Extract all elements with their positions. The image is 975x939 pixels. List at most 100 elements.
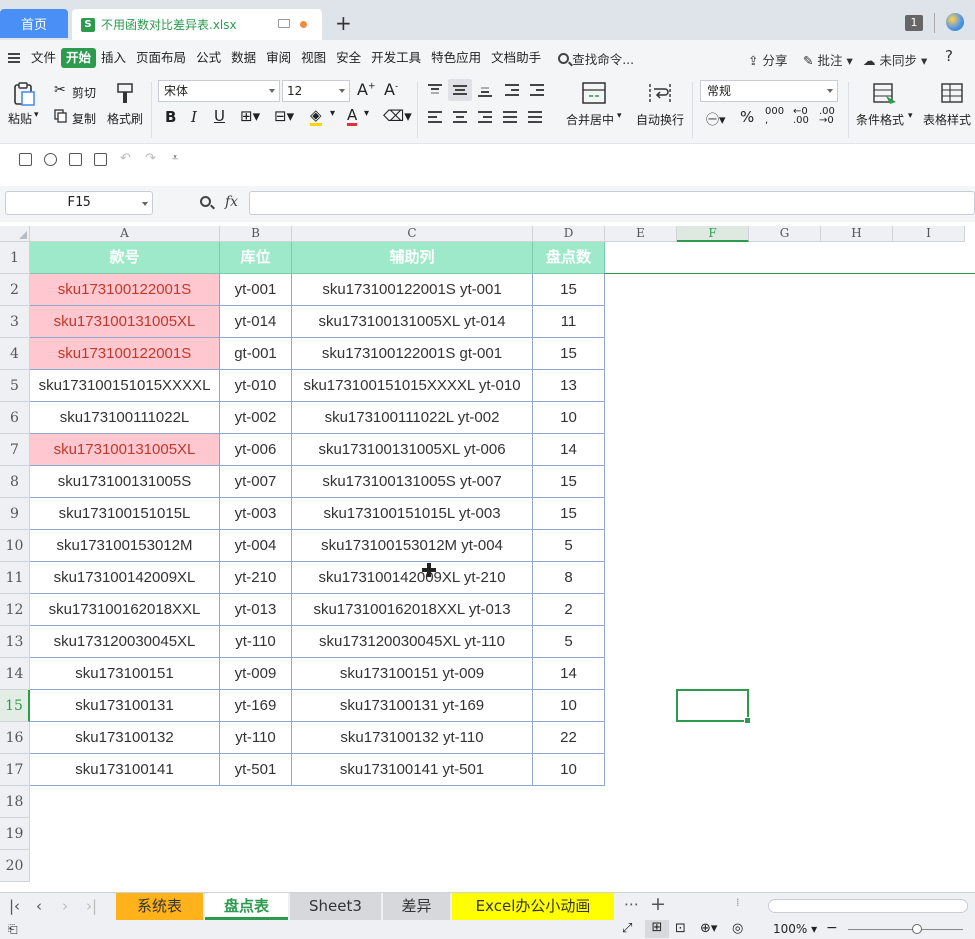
table-cell[interactable]: 8 — [533, 562, 605, 594]
export-icon[interactable] — [44, 153, 57, 166]
formula-input[interactable] — [249, 191, 975, 215]
menu-features[interactable]: 特色应用 — [426, 48, 486, 68]
row-header[interactable]: 4 — [0, 338, 30, 370]
table-header-cell[interactable]: 辅助列 — [292, 242, 533, 274]
column-header-d[interactable]: D — [533, 226, 605, 242]
menu-view[interactable]: 视图 — [296, 48, 331, 68]
eye-protection-icon[interactable]: ◎ — [732, 921, 743, 936]
avatar[interactable] — [946, 13, 964, 31]
table-header-cell[interactable]: 款号 — [30, 242, 220, 274]
row-header[interactable]: 14 — [0, 658, 30, 690]
undo-icon[interactable]: ↶ — [120, 151, 131, 166]
table-cell[interactable]: yt-014 — [220, 306, 292, 338]
next-sheet-icon[interactable]: › — [62, 897, 68, 915]
normal-view-icon[interactable]: ⊞ — [645, 920, 669, 938]
row-header[interactable]: 7 — [0, 434, 30, 466]
table-cell[interactable]: yt-004 — [220, 530, 292, 562]
table-cell[interactable]: yt-010 — [220, 370, 292, 402]
table-cell[interactable]: sku173100111022L yt-002 — [292, 402, 533, 434]
macro-record-icon[interactable]: ⎗ — [8, 922, 18, 937]
sheet-tab[interactable]: 盘点表 — [205, 893, 288, 920]
menu-review[interactable]: 审阅 — [261, 48, 296, 68]
table-cell[interactable]: sku173100131005S yt-007 — [292, 466, 533, 498]
table-cell[interactable]: sku173100142009XL yt-210 — [292, 562, 533, 594]
table-cell[interactable]: sku173100162018XXL yt-013 — [292, 594, 533, 626]
window-count-badge[interactable]: 1 — [905, 15, 923, 31]
name-box[interactable]: F15 — [5, 191, 153, 215]
table-cell[interactable]: yt-169 — [220, 690, 292, 722]
font-name-select[interactable]: 宋体 — [158, 80, 280, 102]
zoom-out-icon[interactable]: − — [826, 920, 838, 936]
table-cell[interactable]: sku173100153012M yt-004 — [292, 530, 533, 562]
table-cell[interactable]: yt-110 — [220, 722, 292, 754]
percent-icon[interactable]: % — [740, 108, 754, 126]
table-cell[interactable]: sku173100151015L — [30, 498, 220, 530]
table-cell[interactable]: yt-501 — [220, 754, 292, 786]
row-header[interactable]: 11 — [0, 562, 30, 594]
row-header[interactable]: 15 — [0, 690, 30, 722]
table-cell[interactable]: sku173100151015XXXXL yt-010 — [292, 370, 533, 402]
zoom-slider-track[interactable] — [848, 929, 963, 930]
document-tab[interactable]: S 不用函数对比差异表.xlsx — [72, 9, 322, 40]
column-header-i[interactable]: I — [893, 226, 965, 242]
table-cell[interactable]: sku173100153012M — [30, 530, 220, 562]
home-tab[interactable]: 首页 — [0, 9, 68, 38]
underline-icon[interactable]: U — [214, 107, 225, 125]
sheet-tab[interactable]: Sheet3 — [290, 893, 381, 920]
table-cell[interactable]: yt-002 — [220, 402, 292, 434]
hamburger-icon[interactable] — [8, 53, 20, 63]
justify-icon[interactable] — [503, 111, 517, 123]
table-cell[interactable]: gt-001 — [220, 338, 292, 370]
table-cell[interactable]: 10 — [533, 690, 605, 722]
row-header[interactable]: 3 — [0, 306, 30, 338]
table-cell[interactable]: sku173100142009XL — [30, 562, 220, 594]
prev-sheet-icon[interactable]: ‹ — [36, 897, 42, 915]
bold-icon[interactable]: B — [165, 108, 176, 126]
font-size-select[interactable]: 12 — [282, 80, 350, 102]
row-header[interactable]: 17 — [0, 754, 30, 786]
table-cell[interactable]: 15 — [533, 274, 605, 306]
table-cell[interactable]: 11 — [533, 306, 605, 338]
column-header-c[interactable]: C — [292, 226, 533, 242]
sheet-tab[interactable]: Excel办公小动画 — [452, 893, 614, 920]
table-cell[interactable]: sku173100131005XL yt-006 — [292, 434, 533, 466]
menu-home[interactable]: 开始 — [61, 48, 97, 68]
column-header-b[interactable]: B — [220, 226, 292, 242]
table-cell[interactable]: 15 — [533, 498, 605, 530]
chevron-down-icon[interactable]: ▾ — [364, 108, 369, 119]
row-header[interactable]: 2 — [0, 274, 30, 306]
comment-button[interactable]: ✎ 批注 ▾ — [803, 50, 853, 69]
font-color-icon[interactable]: A — [347, 107, 358, 126]
menu-page-layout[interactable]: 页面布局 — [131, 48, 191, 68]
last-sheet-icon[interactable]: ›| — [86, 897, 97, 915]
row-header[interactable]: 9 — [0, 498, 30, 530]
table-cell[interactable]: yt-006 — [220, 434, 292, 466]
row-header[interactable]: 18 — [0, 786, 30, 818]
scroll-split-icon[interactable]: ⁞ — [736, 896, 740, 909]
distributed-icon[interactable] — [528, 111, 542, 123]
table-header-cell[interactable]: 库位 — [220, 242, 292, 274]
indent-decrease-icon[interactable] — [505, 84, 519, 96]
increase-font-icon[interactable]: A+ — [357, 80, 376, 99]
table-cell[interactable]: sku173100122001S gt-001 — [292, 338, 533, 370]
sheet-tab[interactable]: 系统表 — [116, 893, 203, 920]
table-cell[interactable]: 22 — [533, 722, 605, 754]
command-search[interactable]: 查找命令... — [558, 49, 634, 68]
align-left-icon[interactable] — [428, 111, 442, 123]
eraser-icon[interactable]: ⌫▾ — [383, 107, 412, 125]
decrease-decimal-icon[interactable]: .00 →0 — [819, 107, 835, 126]
row-header[interactable]: 6 — [0, 402, 30, 434]
row-header[interactable]: 19 — [0, 818, 30, 850]
table-cell[interactable]: sku173120030045XL yt-110 — [292, 626, 533, 658]
menu-security[interactable]: 安全 — [331, 48, 366, 68]
row-header[interactable]: 20 — [0, 850, 30, 882]
table-cell[interactable]: yt-007 — [220, 466, 292, 498]
customize-toolbar-icon[interactable]: ⩡ — [172, 151, 178, 165]
fullscreen-icon[interactable]: ⤢ — [622, 921, 632, 936]
align-top-icon[interactable] — [428, 84, 442, 96]
sheet-tab[interactable]: 差异 — [383, 893, 450, 920]
increase-decimal-icon[interactable]: ←0.00 — [793, 107, 809, 126]
add-sheet-icon[interactable]: + — [650, 893, 666, 915]
row-header[interactable]: 13 — [0, 626, 30, 658]
column-header-h[interactable]: H — [821, 226, 893, 242]
